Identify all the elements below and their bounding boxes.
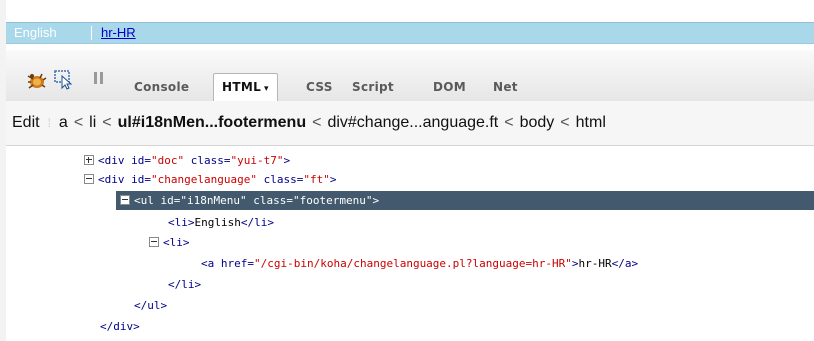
tab-script[interactable]: Script xyxy=(352,74,394,100)
language-link-hr[interactable]: hr-HR xyxy=(101,23,136,43)
breadcrumb-item-div[interactable]: div#change...anguage.ft xyxy=(327,114,498,131)
collapse-icon[interactable] xyxy=(84,174,94,184)
breadcrumb-separator: < xyxy=(73,114,84,131)
pause-icon[interactable] xyxy=(92,70,106,88)
firebug-toolbar xyxy=(6,50,814,102)
breadcrumb-item-a[interactable]: a xyxy=(59,114,68,131)
firebug-bug-icon[interactable] xyxy=(24,70,48,92)
edit-button[interactable]: Edit xyxy=(12,114,40,131)
breadcrumb-separator: < xyxy=(504,114,514,131)
tree-node-li-english[interactable]: <li>English</li> xyxy=(168,213,274,232)
breadcrumb-separator: < xyxy=(102,114,112,131)
tree-node-div-changelanguage[interactable]: <div id="changelanguage" class="ft"> xyxy=(84,170,336,189)
tab-css[interactable]: CSS xyxy=(306,74,333,100)
breadcrumb-item-html[interactable]: html xyxy=(576,114,606,131)
tree-node-ul-selected[interactable]: <ul id="i18nMenu" class="footermenu"> xyxy=(116,191,814,210)
tab-html[interactable]: HTML ▾ xyxy=(213,73,278,102)
expand-icon[interactable] xyxy=(84,155,94,165)
tree-node-a-hr[interactable]: <a href="/cgi-bin/koha/changelanguage.pl… xyxy=(201,254,638,273)
collapse-icon[interactable] xyxy=(149,237,159,247)
tab-net[interactable]: Net xyxy=(493,74,518,100)
breadcrumb-item-body[interactable]: body xyxy=(520,114,555,131)
grip-icon: ⁞ xyxy=(47,116,51,130)
tab-dom[interactable]: DOM xyxy=(433,74,466,100)
collapse-icon[interactable] xyxy=(120,195,130,205)
breadcrumb: Edit ⁞ a < li < ul#i18nMen...footermenu < div#ch… xyxy=(6,101,814,146)
tree-node-div-doc[interactable]: <div id="doc" class="yui-t7"> xyxy=(84,151,290,170)
tree-node-div-close: </div> xyxy=(100,320,140,333)
firebug-window: English hr-HR Console HTML ▾ CSS Script D… xyxy=(6,0,814,341)
tab-html-label: HTML xyxy=(222,80,262,94)
current-language: English xyxy=(14,25,57,40)
tree-node-li-close: </li> xyxy=(168,278,202,291)
inspect-icon[interactable] xyxy=(54,70,74,90)
breadcrumb-item-ul[interactable]: ul#i18nMen...footermenu xyxy=(118,114,306,131)
chevron-down-icon: ▾ xyxy=(264,84,269,94)
language-separator xyxy=(91,26,92,40)
breadcrumb-item-li[interactable]: li xyxy=(89,114,96,131)
tab-console[interactable]: Console xyxy=(134,74,189,100)
tree-node-li[interactable]: <li> xyxy=(149,233,190,252)
language-bar: English hr-HR xyxy=(6,22,814,44)
breadcrumb-separator: < xyxy=(312,114,322,131)
breadcrumb-separator: < xyxy=(560,114,570,131)
html-tree: <div id="doc" class="yui-t7"> <div id="c… xyxy=(6,146,814,341)
tree-node-ul-close: </ul> xyxy=(134,299,168,312)
